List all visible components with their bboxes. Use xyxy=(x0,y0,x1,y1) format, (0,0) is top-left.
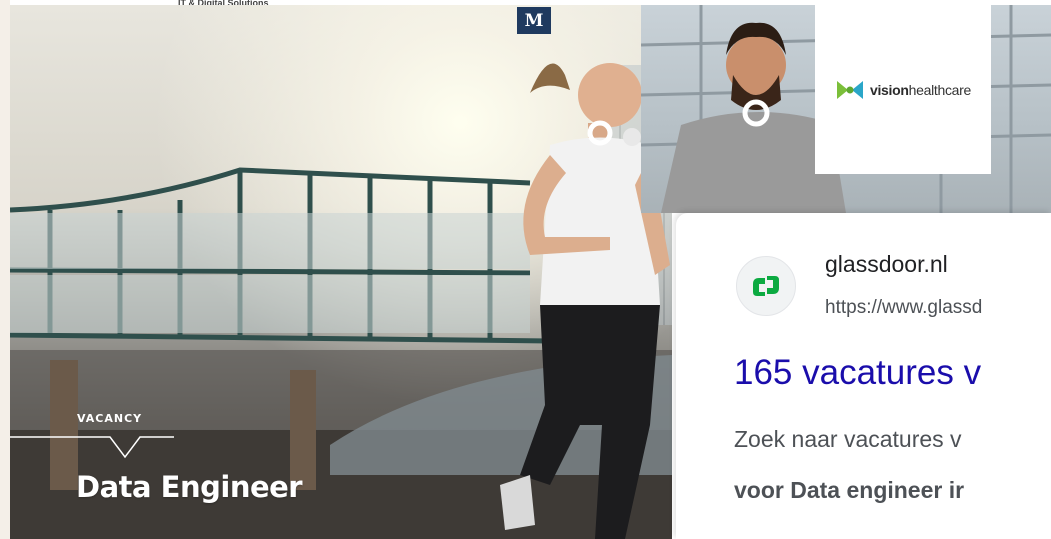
company-logo: M xyxy=(517,7,551,34)
vision-healthcare-logo: visionhealthcare xyxy=(815,5,991,174)
search-result-card[interactable]: glassdoor.nl https://www.glassd 165 vaca… xyxy=(676,213,1051,539)
vision-healthcare-name: visionhealthcare xyxy=(869,81,972,98)
result-title-link[interactable]: 165 vacatures v xyxy=(734,353,981,393)
result-url[interactable]: https://www.glassd xyxy=(825,297,982,319)
page-edge xyxy=(0,0,10,539)
result-site-name: glassdoor.nl xyxy=(825,251,948,277)
result-snippet-line2: voor Data engineer ir xyxy=(734,477,965,503)
vacancy-divider xyxy=(10,436,174,459)
glassdoor-icon xyxy=(736,256,796,316)
vision-healthcare-icon xyxy=(836,80,863,99)
job-title: Data Engineer xyxy=(76,470,303,504)
vacancy-label: VACANCY xyxy=(77,412,143,425)
result-snippet-line1: Zoek naar vacatures v xyxy=(734,426,962,452)
glassdoor-logo-mark xyxy=(753,276,779,296)
